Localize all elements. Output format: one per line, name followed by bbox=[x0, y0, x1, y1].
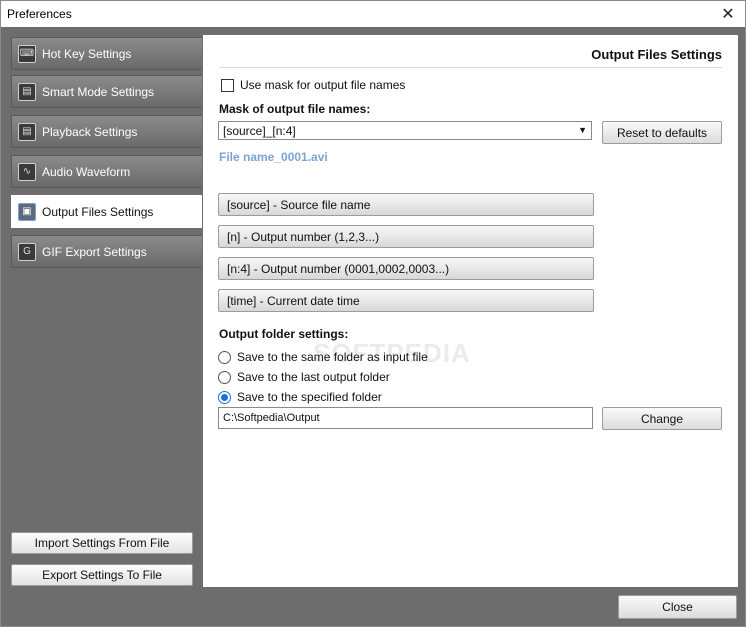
sidebar-item-label: GIF Export Settings bbox=[42, 244, 147, 259]
use-mask-label: Use mask for output file names bbox=[240, 78, 406, 92]
keyboard-icon: ⌨ bbox=[18, 44, 36, 63]
folder-path-field[interactable]: C:\Softpedia\Output bbox=[218, 407, 593, 429]
close-window-icon[interactable]: ✕ bbox=[711, 1, 745, 27]
preferences-window: Preferences ✕ ⌨ Hot Key Settings ▤ Smart… bbox=[0, 0, 746, 627]
same-folder-radio[interactable] bbox=[218, 350, 231, 364]
token-source-button[interactable]: [source] - Source file name bbox=[218, 193, 594, 216]
token-n-button[interactable]: [n] - Output number (1,2,3...) bbox=[218, 225, 594, 248]
sidebar-item-playback-settings[interactable]: ▤ Playback Settings bbox=[11, 115, 202, 148]
folder-option-label: Save to the specified folder bbox=[237, 390, 382, 404]
file-name-preview: File name_0001.avi bbox=[219, 150, 328, 164]
sidebar-item-label: Audio Waveform bbox=[42, 164, 131, 179]
settings-panel: Output Files Settings Use mask for outpu… bbox=[203, 35, 738, 587]
token-time-button[interactable]: [time] - Current date time bbox=[218, 289, 594, 312]
last-folder-radio[interactable] bbox=[218, 370, 231, 384]
folder-option-label: Save to the last output folder bbox=[237, 370, 390, 384]
use-mask-checkbox[interactable] bbox=[221, 78, 234, 92]
close-button[interactable]: Close bbox=[618, 595, 737, 619]
use-mask-row: Use mask for output file names bbox=[221, 78, 405, 92]
sidebar: ⌨ Hot Key Settings ▤ Smart Mode Settings… bbox=[1, 27, 203, 587]
waveform-icon: ∿ bbox=[18, 162, 36, 181]
mask-select-value: [source]_[n:4] bbox=[223, 123, 296, 138]
mask-select[interactable]: [source]_[n:4] ▼ bbox=[218, 121, 592, 140]
title-divider bbox=[219, 67, 722, 68]
sidebar-item-output-files-settings[interactable]: ▣ Output Files Settings bbox=[11, 195, 202, 228]
chevron-down-icon[interactable]: ▼ bbox=[578, 125, 587, 135]
export-settings-button[interactable]: Export Settings To File bbox=[11, 564, 193, 586]
specified-folder-radio[interactable] bbox=[218, 390, 231, 404]
sidebar-item-gif-export-settings[interactable]: G GIF Export Settings bbox=[11, 235, 202, 268]
window-title: Preferences bbox=[7, 7, 72, 21]
sidebar-item-label: Output Files Settings bbox=[42, 204, 154, 219]
mask-heading: Mask of output file names: bbox=[219, 102, 371, 116]
folder-option-row[interactable]: Save to the same folder as input file bbox=[218, 350, 428, 364]
sidebar-item-audio-waveform[interactable]: ∿ Audio Waveform bbox=[11, 155, 202, 188]
film-icon: ▤ bbox=[18, 82, 36, 101]
page-title: Output Files Settings bbox=[591, 47, 722, 62]
sidebar-item-label: Hot Key Settings bbox=[42, 46, 132, 61]
folder-option-row[interactable]: Save to the specified folder bbox=[218, 390, 382, 404]
sidebar-item-hot-key-settings[interactable]: ⌨ Hot Key Settings bbox=[11, 37, 202, 70]
floppy-icon: ▣ bbox=[18, 202, 36, 221]
token-n4-button[interactable]: [n:4] - Output number (0001,0002,0003...… bbox=[218, 257, 594, 280]
change-folder-button[interactable]: Change bbox=[602, 407, 722, 430]
gif-icon: G bbox=[18, 242, 36, 261]
reset-to-defaults-button[interactable]: Reset to defaults bbox=[602, 121, 722, 144]
folder-option-row[interactable]: Save to the last output folder bbox=[218, 370, 390, 384]
sidebar-item-label: Playback Settings bbox=[42, 124, 138, 139]
sidebar-item-smart-mode-settings[interactable]: ▤ Smart Mode Settings bbox=[11, 75, 202, 108]
film-icon: ▤ bbox=[18, 122, 36, 141]
title-bar: Preferences ✕ bbox=[1, 1, 745, 27]
sidebar-item-label: Smart Mode Settings bbox=[42, 84, 155, 99]
folder-option-label: Save to the same folder as input file bbox=[237, 350, 428, 364]
import-settings-button[interactable]: Import Settings From File bbox=[11, 532, 193, 554]
